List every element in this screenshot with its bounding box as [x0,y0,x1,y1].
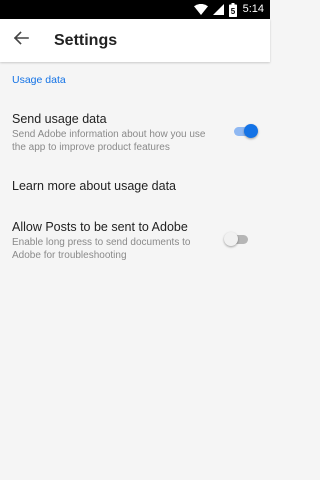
pref-allow-posts-to-adobe[interactable]: Allow Posts to be sent to Adobe Enable l… [0,214,270,268]
pref-summary: Enable long press to send documents to A… [12,237,191,261]
pref-title: Learn more about usage data [12,179,177,193]
app-bar: Settings [0,19,270,62]
pref-title: Send usage data [12,112,107,126]
back-button[interactable] [8,27,34,53]
wifi-icon [193,4,208,15]
pref-summary: Send Adobe information about how you use… [12,129,206,153]
section-header-usage-data: Usage data [12,74,66,86]
pref-send-usage-data[interactable]: Send usage data Send Adobe information a… [0,106,270,160]
send-usage-data-toggle[interactable] [232,122,260,142]
pref-title: Allow Posts to be sent to Adobe [12,220,188,234]
status-icons: 5 5:14 [193,2,264,17]
battery-level-text: 5 [230,7,235,16]
allow-posts-toggle[interactable] [224,230,252,250]
status-time: 5:14 [242,3,264,15]
toggle-thumb [244,124,258,138]
page-title: Settings [54,32,118,49]
arrow-back-icon [13,30,29,51]
battery-icon: 5 [228,2,237,17]
status-bar: 5 5:14 [0,0,270,19]
pref-learn-more-usage-data[interactable]: Learn more about usage data [0,172,270,202]
cell-signal-icon [212,4,224,15]
toggle-thumb [224,232,238,246]
